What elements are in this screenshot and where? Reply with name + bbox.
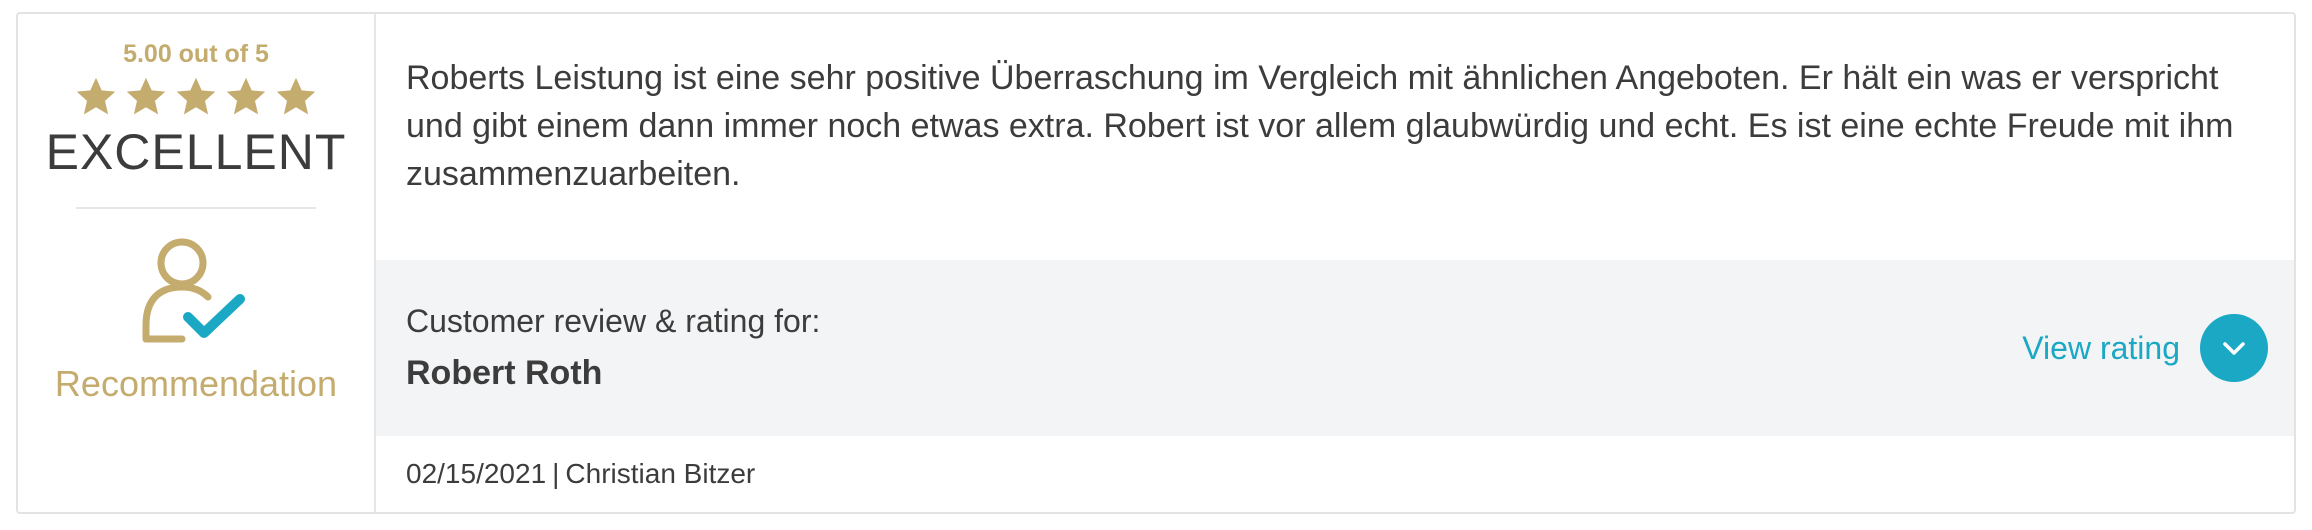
review-text: Roberts Leistung ist eine sehr positive … — [406, 59, 2234, 193]
star-icon — [124, 75, 168, 119]
meta-separator: | — [552, 458, 560, 489]
user-check-icon — [136, 233, 256, 353]
rating-panel: 5.00 out of 5 EXCELLENT Recommendation — [18, 14, 376, 512]
rating-verdict: EXCELLENT — [45, 124, 347, 180]
view-rating-button[interactable]: View rating — [2022, 314, 2268, 382]
review-info-band: Customer review & rating for: Robert Rot… — [376, 260, 2294, 436]
view-rating-label[interactable]: View rating — [2022, 330, 2180, 367]
review-content: Roberts Leistung ist eine sehr positive … — [376, 14, 2294, 512]
star-rating — [74, 75, 318, 119]
reviewee-name: Robert Roth — [406, 354, 603, 392]
rating-score: 5.00 out of 5 — [123, 40, 269, 68]
badge-label: Recommendation — [54, 363, 338, 404]
star-icon — [174, 75, 218, 119]
divider — [76, 207, 316, 209]
star-icon — [74, 75, 118, 119]
star-icon — [224, 75, 268, 119]
review-caption: Customer review & rating for: — [406, 303, 821, 339]
review-card: 5.00 out of 5 EXCELLENT Recommendation R… — [16, 12, 2296, 514]
star-icon — [274, 75, 318, 119]
review-date: 02/15/2021 — [406, 458, 547, 489]
reviewee-info: Customer review & rating for: Robert Rot… — [406, 303, 820, 393]
review-author: Christian Bitzer — [565, 458, 756, 489]
chevron-down-icon[interactable] — [2200, 314, 2268, 382]
review-meta: 02/15/2021 | Christian Bitzer — [376, 436, 2294, 512]
